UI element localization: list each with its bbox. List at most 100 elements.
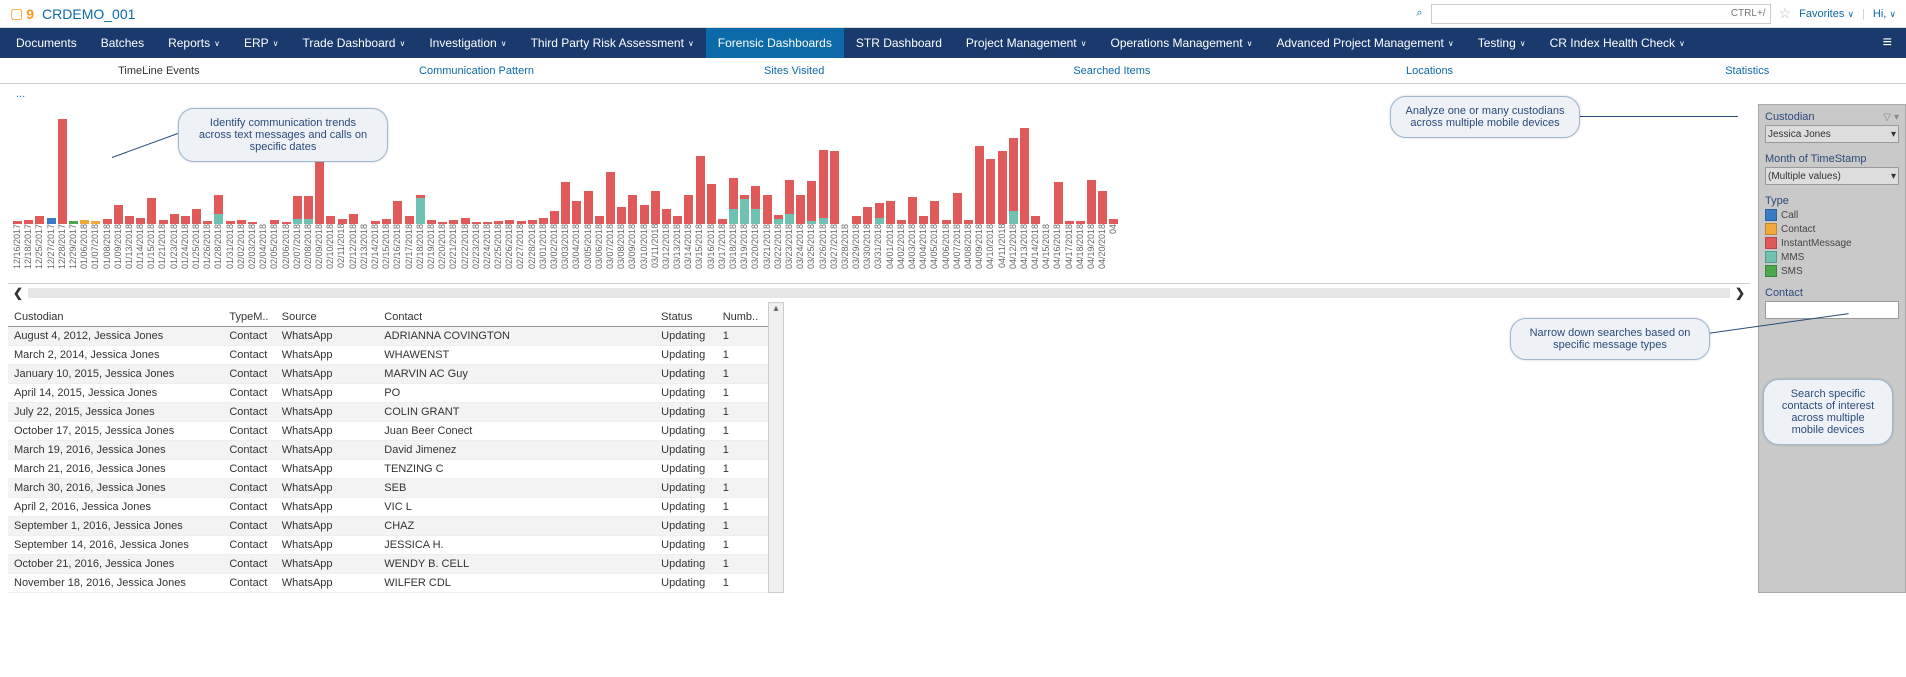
table-scrollbar[interactable]: ▴ — [768, 302, 784, 593]
table-row[interactable]: October 21, 2016, Jessica JonesContactWh… — [8, 555, 768, 574]
favorites-star-icon[interactable]: ☆ — [1779, 5, 1792, 22]
bar-04/04/2018[interactable] — [918, 216, 929, 224]
bar-02/09/2018[interactable] — [314, 161, 325, 224]
month-select[interactable]: (Multiple values)▾ — [1765, 167, 1899, 185]
bar-03/27/2018[interactable] — [829, 151, 840, 224]
bar-03/15/2018[interactable] — [694, 156, 705, 224]
table-row[interactable]: October 17, 2015, Jessica JonesContactWh… — [8, 422, 768, 441]
bar-04/19/2018[interactable] — [1086, 180, 1097, 224]
bar-03/26/2018[interactable] — [818, 150, 829, 224]
tab-sites-visited[interactable]: Sites Visited — [635, 58, 953, 83]
table-row[interactable]: July 22, 2015, Jessica JonesContactWhats… — [8, 403, 768, 422]
bar-04/01/2018[interactable] — [885, 201, 896, 224]
legend-sms[interactable]: SMS — [1765, 265, 1899, 277]
bar-03/18/2018[interactable] — [728, 178, 739, 224]
breadcrumb[interactable]: ... — [0, 84, 1906, 104]
bar-01/13/2018[interactable] — [124, 216, 135, 224]
bar-01/15/2018[interactable] — [146, 198, 157, 224]
chart-scroll-left[interactable]: ❮ — [8, 286, 28, 300]
bar-03/09/2018[interactable] — [627, 195, 638, 224]
bar-03/07/2018[interactable] — [605, 172, 616, 224]
bar-03/30/2018[interactable] — [862, 207, 873, 224]
tab-communication-pattern[interactable]: Communication Pattern — [318, 58, 636, 83]
bar-03/22/2018[interactable] — [773, 215, 784, 224]
bar-03/20/2018[interactable] — [750, 186, 761, 224]
nav-testing[interactable]: Testing∨ — [1466, 28, 1538, 58]
favorites-link[interactable]: Favorites ∨ — [1799, 8, 1854, 20]
bar-12/28/2017[interactable] — [57, 119, 68, 224]
table-row[interactable]: March 19, 2016, Jessica JonesContactWhat… — [8, 441, 768, 460]
table-row[interactable]: September 14, 2016, Jessica JonesContact… — [8, 536, 768, 555]
bar-04/12/2018[interactable] — [1008, 138, 1019, 224]
bar-03/25/2018[interactable] — [806, 181, 817, 224]
nav-documents[interactable]: Documents — [4, 28, 89, 58]
bar-04/09/2018[interactable] — [974, 146, 985, 224]
nav-str-dashboard[interactable]: STR Dashboard — [844, 28, 954, 58]
tab-timeline-events[interactable]: TimeLine Events — [0, 58, 318, 83]
nav-cr-index-health-check[interactable]: CR Index Health Check∨ — [1538, 28, 1697, 58]
bar-02/10/2018[interactable] — [325, 216, 336, 224]
table-row[interactable]: August 4, 2012, Jessica JonesContactWhat… — [8, 327, 768, 346]
nav-batches[interactable]: Batches — [89, 28, 156, 58]
legend-mms[interactable]: MMS — [1765, 251, 1899, 263]
bar-04/14/2018[interactable] — [1030, 216, 1041, 224]
legend-contact[interactable]: Contact — [1765, 223, 1899, 235]
bar-04/10/2018[interactable] — [985, 159, 996, 224]
col-contact[interactable]: Contact — [378, 308, 655, 327]
bar-04/11/2018[interactable] — [997, 151, 1008, 224]
bar-03/03/2018[interactable] — [560, 182, 571, 224]
tab-searched-items[interactable]: Searched Items — [953, 58, 1271, 83]
nav-trade-dashboard[interactable]: Trade Dashboard∨ — [291, 28, 418, 58]
table-row[interactable]: March 21, 2016, Jessica JonesContactWhat… — [8, 460, 768, 479]
tab-statistics[interactable]: Statistics — [1588, 58, 1906, 83]
nav-investigation[interactable]: Investigation∨ — [417, 28, 518, 58]
bar-03/10/2018[interactable] — [639, 205, 650, 224]
bar-03/13/2018[interactable] — [672, 216, 683, 224]
global-search-input[interactable] — [1431, 4, 1771, 24]
bar-04/05/2018[interactable] — [929, 201, 940, 224]
table-row[interactable]: November 18, 2016, Jessica JonesContactW… — [8, 574, 768, 593]
bar-01/09/2018[interactable] — [113, 205, 124, 224]
bar-03/16/2018[interactable] — [706, 184, 717, 224]
bar-01/23/2018[interactable] — [169, 214, 180, 224]
bar-02/16/2018[interactable] — [392, 201, 403, 224]
bar-03/04/2018[interactable] — [571, 201, 582, 224]
table-row[interactable]: April 14, 2015, Jessica JonesContactWhat… — [8, 384, 768, 403]
col-numb[interactable]: Numb.. — [717, 308, 768, 327]
bar-02/08/2018[interactable] — [303, 196, 314, 224]
bar-03/12/2018[interactable] — [661, 209, 672, 224]
table-row[interactable]: March 30, 2016, Jessica JonesContactWhat… — [8, 479, 768, 498]
bar-03/23/2018[interactable] — [784, 180, 795, 224]
tab-locations[interactable]: Locations — [1271, 58, 1589, 83]
bar-02/17/2018[interactable] — [404, 216, 415, 224]
user-menu[interactable]: Hi, ∨ — [1873, 8, 1896, 20]
custodian-menu-icon[interactable]: ▾ — [1894, 112, 1899, 123]
bar-02/07/2018[interactable] — [292, 196, 303, 224]
bar-03/02/2018[interactable] — [549, 211, 560, 224]
bar-04/16/2018[interactable] — [1052, 182, 1063, 224]
bar-04/13/2018[interactable] — [1019, 128, 1030, 224]
legend-instantmessage[interactable]: InstantMessage — [1765, 237, 1899, 249]
legend-call[interactable]: Call — [1765, 209, 1899, 221]
col-typem[interactable]: TypeM.. — [223, 308, 275, 327]
table-row[interactable]: September 1, 2016, Jessica JonesContactW… — [8, 517, 768, 536]
nav-project-management[interactable]: Project Management∨ — [954, 28, 1099, 58]
bar-04/07/2018[interactable] — [952, 193, 963, 224]
bar-03/19/2018[interactable] — [739, 195, 750, 224]
nav-advanced-project-management[interactable]: Advanced Project Management∨ — [1264, 28, 1465, 58]
bar-03/29/2018[interactable] — [851, 216, 862, 224]
chart-scroll-right[interactable]: ❯ — [1730, 286, 1750, 300]
bar-02/18/2018[interactable] — [415, 195, 426, 224]
bar-03/11/2018[interactable] — [650, 191, 661, 224]
bar-01/28/2018[interactable] — [213, 195, 224, 224]
table-row[interactable]: April 2, 2016, Jessica JonesContactWhats… — [8, 498, 768, 517]
bar-03/14/2018[interactable] — [683, 195, 694, 224]
col-custodian[interactable]: Custodian — [8, 308, 223, 327]
scroll-up-icon[interactable]: ▴ — [773, 303, 778, 314]
bar-01/25/2018[interactable] — [191, 209, 202, 224]
nav-erp[interactable]: ERP∨ — [232, 28, 291, 58]
bar-12/25/2017[interactable] — [34, 216, 45, 224]
bar-03/05/2018[interactable] — [583, 191, 594, 224]
bar-04/20/2018[interactable] — [1097, 191, 1108, 224]
chart-scroll-track[interactable] — [28, 288, 1730, 298]
